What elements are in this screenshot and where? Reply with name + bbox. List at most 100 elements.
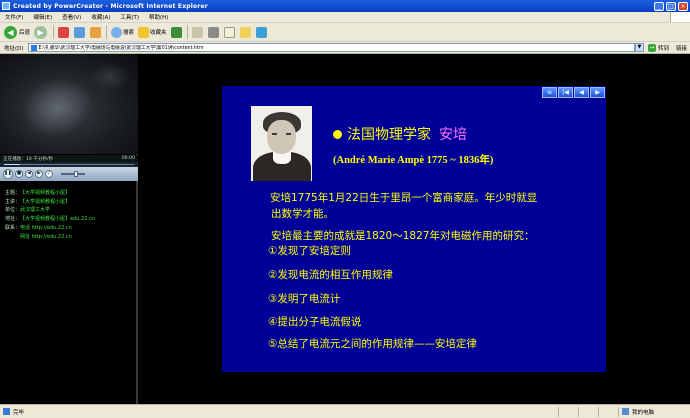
status-segment [558, 406, 578, 417]
page-icon [30, 44, 37, 51]
menu-tools[interactable]: 工具(T) [115, 13, 144, 21]
back-button[interactable]: ◀ 后退 [4, 25, 30, 39]
toolbar-separator [106, 25, 108, 39]
info-row-topic: 主题： 【大学视频教程小屋】 [0, 189, 138, 198]
history-button[interactable] [170, 26, 183, 38]
page-done-icon [3, 408, 10, 415]
go-button[interactable]: → 转到 [647, 43, 669, 52]
slide-subheading: (André Marie Ampè 1775 ~ 1836年) [333, 155, 494, 166]
forward-arrow-icon: ▶ [34, 25, 48, 39]
address-bar: 地址(D) E:\孔睿华\武汉理工大学\电磁场与电磁波\武汉理工大学\第01讲\… [0, 42, 690, 54]
slide-menu-button[interactable]: ≡ [542, 87, 557, 98]
mail-icon [191, 26, 203, 38]
window-title-bar: Created by PowerCreator - Microsoft Inte… [0, 0, 690, 12]
player-status: 正在播放：19 千分秒/秒 00:00 [0, 155, 138, 162]
edit-icon [223, 26, 235, 38]
search-label: 搜索 [123, 30, 135, 36]
toolbar-separator [186, 25, 188, 39]
volume-slider[interactable] [61, 171, 85, 177]
info-row-address: 地址： 【大学视频教程小屋】edu.22.cn [0, 215, 138, 224]
home-button[interactable] [90, 26, 102, 38]
portrait-eye [286, 133, 291, 135]
menu-file[interactable]: 文件(F) [0, 13, 28, 21]
refresh-icon [74, 26, 86, 38]
close-button[interactable]: × [678, 1, 688, 11]
address-label: 地址(D) [4, 45, 24, 52]
info-value: 【大学视频教程小屋】 [20, 198, 71, 205]
achievement-item: ⑤总结了电流元之间的作用规律——安培定律 [268, 338, 477, 350]
info-row-contact: 联系： 电话 http://edu.22.cn [0, 224, 138, 233]
slide-next-button[interactable]: ▶ [590, 87, 605, 98]
status-segment [598, 406, 618, 417]
lecture-slide: ≡ |◀ ◀ ▶ 法国物理学家 安培 (André Marie Ampè 177… [222, 86, 606, 372]
go-label: 转到 [657, 45, 669, 52]
info-key: 地址： [5, 216, 21, 223]
slide-first-button[interactable]: |◀ [558, 87, 573, 98]
security-zone: 我的电脑 [618, 406, 690, 417]
stop-icon [58, 26, 70, 38]
info-key: 联系： [5, 224, 21, 231]
folder-icon [239, 26, 251, 38]
info-key: 主题： [5, 190, 21, 196]
address-dropdown-icon[interactable]: ▼ [634, 43, 644, 52]
ampere-portrait [251, 106, 312, 181]
search-icon [111, 26, 123, 38]
portrait-face [267, 120, 296, 154]
menu-favorites[interactable]: 收藏(A) [86, 13, 115, 21]
back-arrow-icon: ◀ [4, 25, 17, 39]
seek-track [4, 164, 134, 165]
windows-logo-icon [670, 12, 690, 22]
next-button[interactable]: ▶ [35, 170, 43, 178]
toolbar: ◀ 后退 ▶ 搜索 收藏夹 [0, 23, 690, 42]
stop-button[interactable] [58, 26, 70, 38]
video-frame[interactable] [0, 54, 138, 154]
slide-heading: 法国物理学家 安培 [333, 124, 467, 144]
heading-name: 安培 [439, 127, 467, 143]
info-value: 武汉理工大学 [20, 207, 51, 214]
edit-button[interactable] [223, 26, 236, 38]
menu-view[interactable]: 查看(V) [57, 13, 86, 21]
info-value: 【大学视频教程小屋】edu.22.cn [20, 216, 95, 223]
portrait-eye [272, 133, 277, 135]
home-icon [90, 26, 102, 38]
slide-prev-button[interactable]: ◀ [574, 87, 589, 98]
stop-media-button[interactable]: ■ [15, 170, 23, 178]
folder-button[interactable] [239, 26, 252, 38]
info-row-website: 网址 http://edu.22.cn [0, 233, 138, 242]
minimize-button[interactable]: _ [654, 1, 664, 11]
links-button[interactable]: 链接 [673, 44, 690, 52]
maximize-button[interactable]: □ [666, 1, 676, 11]
info-key [0, 233, 20, 242]
info-row-unit: 单位： 武汉理工大学 [0, 206, 138, 215]
slide-nav: ≡ |◀ ◀ ▶ [541, 87, 605, 98]
status-bar: 完毕 我的电脑 [0, 404, 690, 418]
info-key: 主讲： [5, 198, 21, 205]
favorites-button[interactable]: 收藏夹 [138, 26, 167, 38]
achievement-item: ①发现了安培定则 [268, 245, 351, 257]
print-button[interactable] [207, 26, 220, 38]
favorites-label: 收藏夹 [150, 30, 167, 36]
menu-help[interactable]: 帮助(H) [144, 13, 173, 21]
course-info: 主题： 【大学视频教程小屋】 主讲： 【大学视频教程小屋】 单位： 武汉理工大学 地址… [0, 189, 138, 241]
messenger-button[interactable] [255, 26, 268, 38]
info-value: 电话 http://edu.22.cn [20, 224, 72, 231]
refresh-button[interactable] [74, 26, 86, 38]
previous-button[interactable]: ◀ [25, 170, 33, 178]
mute-button[interactable]: ♪ [45, 170, 53, 178]
status-text: 完毕 [13, 409, 25, 416]
seek-fill [4, 164, 20, 165]
address-input[interactable]: E:\孔睿华\武汉理工大学\电磁场与电磁波\武汉理工大学\第01讲\conten… [27, 43, 635, 52]
volume-knob[interactable] [74, 171, 78, 177]
video-frame-shape-2 [90, 62, 130, 92]
search-button[interactable]: 搜索 [111, 26, 135, 38]
course-side-panel: 正在播放：19 千分秒/秒 00:00 ❚❚ ■ ◀ ▶ ♪ 主题： 【大学视频教… [0, 54, 138, 404]
menu-edit[interactable]: 编辑(E) [28, 13, 57, 21]
messenger-icon [255, 26, 267, 38]
mail-button[interactable] [191, 26, 204, 38]
forward-button[interactable]: ▶ [34, 25, 49, 39]
bio-line-1: 安培1775年1月22日生于里昂一个富商家庭。年少时就显 [270, 192, 538, 204]
status-done: 完毕 [0, 408, 558, 416]
achievement-item: ③发明了电流计 [268, 293, 341, 305]
pause-button[interactable]: ❚❚ [3, 169, 13, 179]
achievement-intro: 安培最主要的成就是1820～1827年对电磁作用的研究： [271, 230, 535, 242]
